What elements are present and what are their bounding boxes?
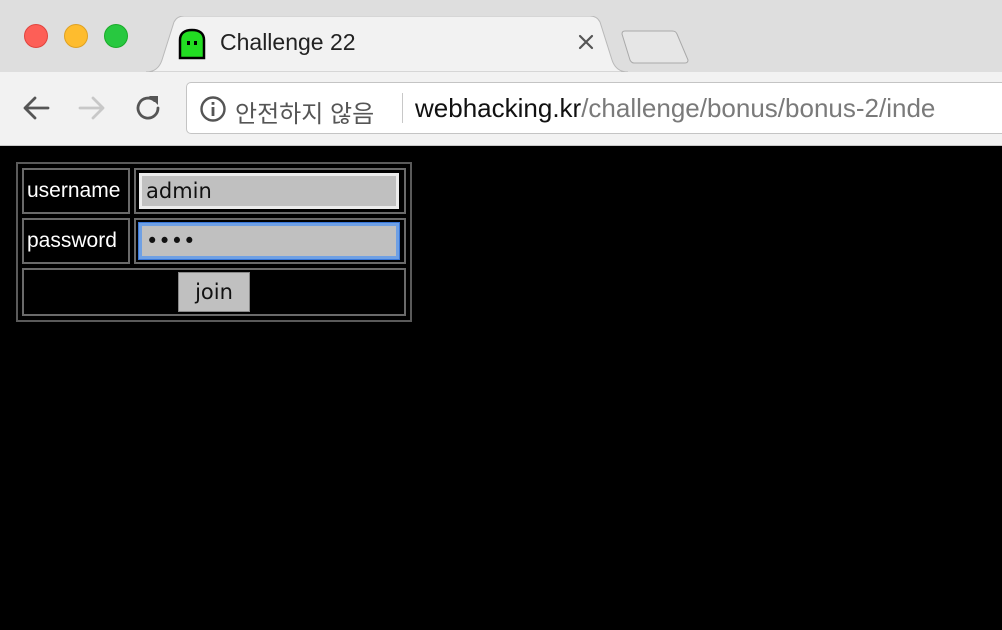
new-tab-button[interactable] [620,30,692,64]
info-icon[interactable] [199,95,227,123]
tab-strip: Challenge 22 [0,0,1002,72]
tab-background [146,16,628,72]
tab-close-icon[interactable] [574,30,598,54]
close-window-button[interactable] [24,24,48,48]
minimize-window-button[interactable] [64,24,88,48]
tab-active[interactable]: Challenge 22 [146,16,628,72]
submit-row: join [22,268,406,316]
password-row: password [22,218,406,264]
address-bar[interactable]: 안전하지 않음 webhacking.kr/challenge/bonus/bo… [186,82,1002,134]
join-button[interactable]: join [178,272,250,312]
username-input[interactable] [139,173,399,209]
password-label: password [22,218,130,264]
login-form: username password join [16,162,412,322]
username-cell [134,168,406,214]
url-path: /challenge/bonus/bonus-2/inde [581,93,936,123]
zoom-window-button[interactable] [104,24,128,48]
arrow-right-icon[interactable] [76,92,108,124]
url-text[interactable]: webhacking.kr/challenge/bonus/bonus-2/in… [415,93,935,124]
submit-cell: join [22,268,406,316]
url-host: webhacking.kr [415,93,582,123]
password-cell [134,218,406,264]
security-status-label[interactable]: 안전하지 않음 [235,94,374,129]
reload-icon[interactable] [132,92,164,124]
green-ghost-icon [176,28,208,60]
username-label: username [22,168,130,214]
tab-title: Challenge 22 [220,29,356,55]
username-row: username [22,168,406,214]
arrow-left-icon[interactable] [20,92,52,124]
password-input[interactable] [139,223,399,259]
browser-toolbar: 안전하지 않음 webhacking.kr/challenge/bonus/bo… [0,72,1002,146]
address-divider [402,93,403,123]
